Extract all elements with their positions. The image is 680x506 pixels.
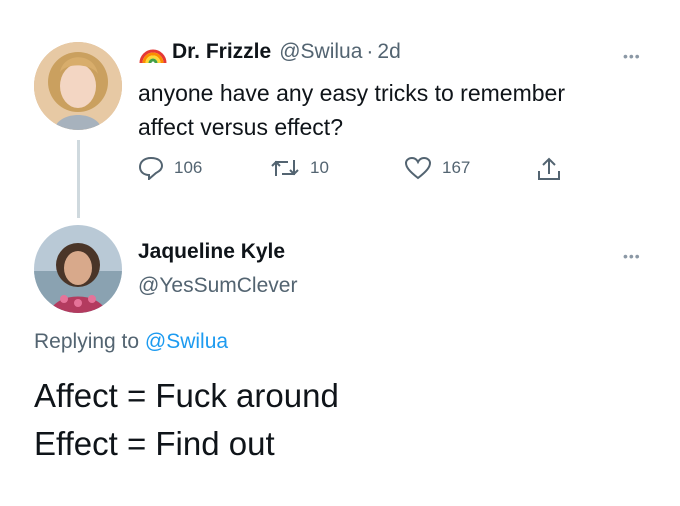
reply-button[interactable]: 106 bbox=[138, 156, 202, 180]
separator-dot: · bbox=[366, 40, 374, 63]
reply-author-name[interactable]: Jaqueline Kyle bbox=[138, 240, 285, 264]
reply-author-avatar[interactable] bbox=[34, 225, 122, 313]
author-name[interactable]: Dr. Frizzle bbox=[172, 40, 271, 64]
share-icon bbox=[538, 157, 560, 180]
author-handle[interactable]: @Swilua bbox=[279, 40, 362, 64]
person-avatar-icon bbox=[34, 225, 122, 313]
retweet-icon bbox=[271, 160, 299, 176]
tweet-text-line-2: affect versus effect? bbox=[138, 114, 343, 140]
author-avatar[interactable] bbox=[34, 42, 122, 130]
tweet-header: Dr. Frizzle @Swilua · 2d bbox=[138, 37, 401, 67]
like-count: 167 bbox=[442, 158, 471, 177]
person-avatar-icon bbox=[34, 42, 122, 130]
more-options-icon[interactable]: ••• bbox=[623, 48, 641, 64]
reply-text-line-2: Effect = Find out bbox=[34, 425, 275, 462]
reply-text: Affect = Fuck around Effect = Find out bbox=[34, 372, 339, 468]
reply-text-line-1: Affect = Fuck around bbox=[34, 377, 339, 414]
like-button[interactable]: 167 bbox=[404, 156, 470, 180]
reply-count: 106 bbox=[174, 158, 203, 177]
replying-to-label: Replying to bbox=[34, 330, 140, 353]
reply-more-options-icon[interactable]: ••• bbox=[623, 248, 641, 264]
tweet-text: anyone have any easy tricks to remember … bbox=[138, 76, 565, 144]
replying-to: Replying to @Swilua bbox=[34, 330, 228, 354]
heart-icon bbox=[404, 156, 432, 180]
reply-author-handle[interactable]: @YesSumClever bbox=[138, 274, 297, 298]
thread-connector-line bbox=[77, 140, 80, 218]
retweet-count: 10 bbox=[310, 158, 329, 177]
retweet-button[interactable]: 10 bbox=[270, 156, 329, 180]
replying-to-handle[interactable]: @Swilua bbox=[145, 330, 228, 353]
reply-icon bbox=[138, 156, 164, 180]
tweet-time[interactable]: 2d bbox=[377, 40, 400, 64]
share-button[interactable] bbox=[536, 156, 562, 187]
rainbow-icon bbox=[138, 39, 168, 65]
tweet-text-line-1: anyone have any easy tricks to remember bbox=[138, 80, 565, 106]
